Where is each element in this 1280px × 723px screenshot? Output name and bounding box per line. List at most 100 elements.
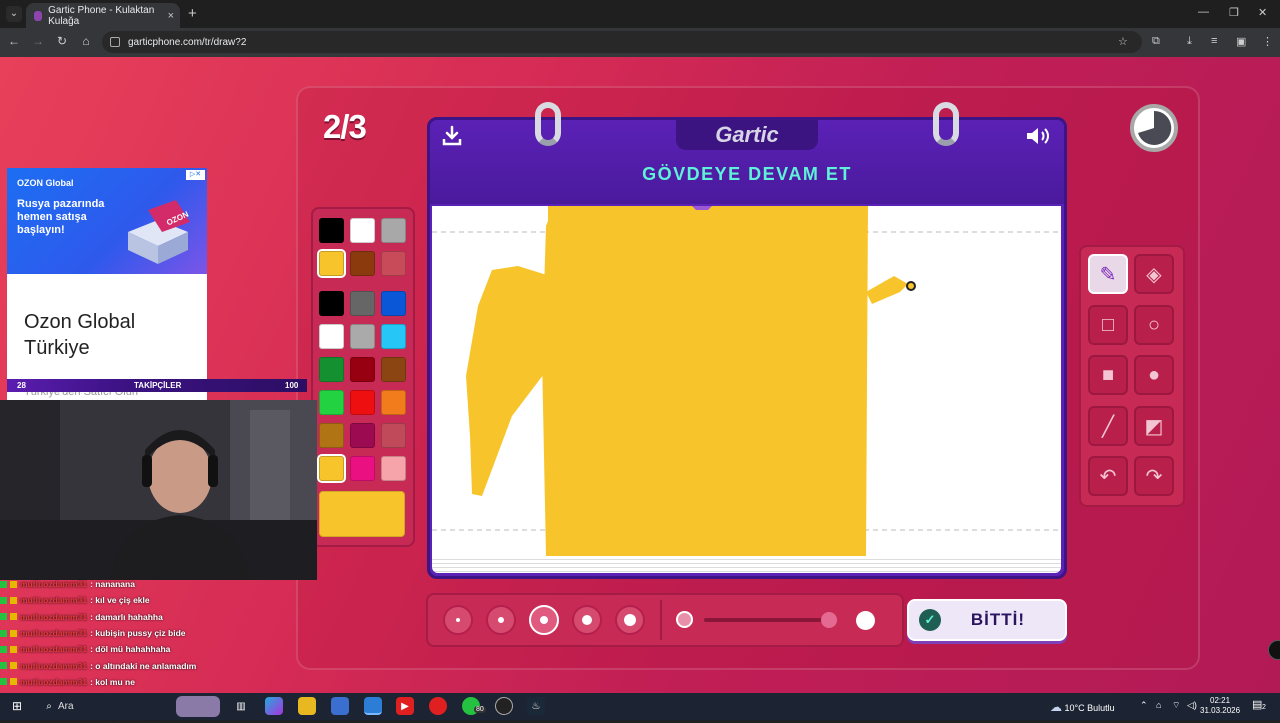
- eraser-icon[interactable]: ◈: [1134, 254, 1174, 294]
- volume-icon[interactable]: ◁): [1187, 700, 1197, 711]
- widget-icon[interactable]: [176, 696, 220, 717]
- pen-tool-icon[interactable]: ✎: [1088, 254, 1128, 294]
- brush-size-button[interactable]: [572, 605, 602, 635]
- redo-icon[interactable]: ↷: [1134, 456, 1174, 496]
- extensions-icon[interactable]: ⧉: [1152, 35, 1160, 48]
- youtube-icon[interactable]: ▶: [396, 697, 414, 715]
- network-icon[interactable]: ⌂: [1156, 700, 1161, 710]
- color-swatch[interactable]: [319, 291, 344, 316]
- color-swatch[interactable]: [317, 454, 346, 483]
- follower-count: 28: [17, 381, 26, 390]
- taskbar-search-label[interactable]: Ara: [58, 701, 74, 712]
- steam-icon[interactable]: ♨: [527, 697, 545, 715]
- rectangle-fill-icon[interactable]: ■: [1088, 355, 1128, 395]
- restore-icon[interactable]: ❐: [1229, 6, 1239, 19]
- clock[interactable]: 02:21 31.03.2026: [1200, 696, 1240, 716]
- color-swatch[interactable]: [319, 423, 344, 448]
- site-info-icon[interactable]: [110, 37, 120, 47]
- color-swatch[interactable]: [350, 390, 375, 415]
- circle-outline-icon[interactable]: ○: [1134, 305, 1174, 345]
- color-swatch[interactable]: [381, 357, 406, 382]
- window-close-icon[interactable]: ✕: [1258, 6, 1267, 19]
- forward-icon[interactable]: →: [30, 34, 46, 48]
- url-input[interactable]: garticphone.com/tr/draw?2: [102, 31, 1142, 53]
- search-icon[interactable]: ⌕: [40, 697, 58, 715]
- download-icon[interactable]: [440, 124, 464, 154]
- brush-size-button[interactable]: [529, 605, 559, 635]
- color-swatch[interactable]: [381, 251, 406, 276]
- task-view-icon[interactable]: ▥: [232, 697, 250, 715]
- color-swatch[interactable]: [319, 357, 344, 382]
- tab-close-icon[interactable]: ×: [168, 10, 174, 22]
- line-icon[interactable]: ╱: [1088, 406, 1128, 446]
- wifi-icon[interactable]: ⌔: [1172, 700, 1180, 711]
- back-icon[interactable]: ←: [6, 34, 22, 48]
- color-swatch[interactable]: [350, 251, 375, 276]
- brush-size-button[interactable]: [443, 605, 473, 635]
- browser-tab[interactable]: Gartic Phone - Kulaktan Kulağa ×: [26, 3, 180, 28]
- opacity-slider-track[interactable]: [704, 618, 836, 622]
- minimize-icon[interactable]: —: [1198, 6, 1209, 18]
- downloads-icon[interactable]: ⤓: [1187, 35, 1192, 48]
- color-swatch[interactable]: [350, 456, 375, 481]
- chat-text: : kıl ve çiş ekle: [90, 595, 150, 606]
- toolbar-divider: [660, 600, 662, 640]
- circle-fill-icon[interactable]: ●: [1134, 355, 1174, 395]
- start-icon[interactable]: ⊞: [8, 697, 26, 715]
- brush-size-dot-icon: [456, 618, 460, 622]
- rectangle-outline-icon[interactable]: □: [1088, 305, 1128, 345]
- copilot-icon[interactable]: [265, 697, 283, 715]
- color-swatch[interactable]: [350, 324, 375, 349]
- color-swatch[interactable]: [350, 423, 375, 448]
- color-swatch[interactable]: [350, 357, 375, 382]
- color-swatch[interactable]: [319, 390, 344, 415]
- stream-app-icon[interactable]: [495, 697, 513, 715]
- opacity-max-icon[interactable]: [856, 611, 875, 630]
- bookmark-star-icon[interactable]: ☆: [1118, 35, 1128, 48]
- opacity-min-icon[interactable]: [676, 611, 693, 628]
- done-button[interactable]: ✓ BİTTİ!: [907, 599, 1067, 641]
- color-swatch[interactable]: [317, 249, 346, 278]
- color-swatch[interactable]: [381, 390, 406, 415]
- new-tab-button[interactable]: +: [188, 5, 197, 22]
- color-swatch[interactable]: [381, 324, 406, 349]
- ad-brand: OZON Global: [17, 178, 74, 188]
- menu-icon[interactable]: ⋮: [1262, 35, 1273, 48]
- weather-text: 10°C Bulutlu: [1064, 703, 1115, 713]
- color-swatch[interactable]: [381, 291, 406, 316]
- color-swatch[interactable]: [350, 291, 375, 316]
- chrome-icon[interactable]: [364, 697, 382, 715]
- color-swatch[interactable]: [319, 324, 344, 349]
- brush-size-button[interactable]: [486, 605, 516, 635]
- sound-icon[interactable]: [1024, 124, 1052, 154]
- tray-chevron-icon[interactable]: ⌃: [1140, 700, 1148, 711]
- media-icon[interactable]: ≡: [1211, 35, 1217, 47]
- bucket-fill-icon[interactable]: ◩: [1134, 406, 1174, 446]
- undo-icon[interactable]: ↶: [1088, 456, 1128, 496]
- brush-size-button[interactable]: [615, 605, 645, 635]
- color-swatch[interactable]: [381, 423, 406, 448]
- file-explorer-icon[interactable]: [298, 697, 316, 715]
- chat-message: mutluozdamm31: kol mu ne: [0, 674, 300, 690]
- notepad-pages: [432, 556, 1061, 573]
- home-icon[interactable]: ⌂: [78, 34, 94, 48]
- obs-icon[interactable]: [429, 697, 447, 715]
- chat-message: mutluozdamm31: nananana: [0, 576, 300, 592]
- tab-search-icon[interactable]: ⌄: [6, 6, 22, 22]
- chat-username: mutluozdamm31: [20, 644, 88, 655]
- profile-icon[interactable]: ▣: [1236, 35, 1246, 48]
- reload-icon[interactable]: ↻: [54, 34, 70, 48]
- badge-icon: [0, 645, 7, 653]
- color-swatch[interactable]: [381, 218, 406, 243]
- notifications-icon[interactable]: ▤: [1252, 698, 1262, 711]
- color-swatch[interactable]: [319, 218, 344, 243]
- color-swatch[interactable]: [381, 456, 406, 481]
- adchoices-icon[interactable]: ▷✕: [186, 170, 205, 180]
- drawing-canvas[interactable]: [432, 206, 1061, 556]
- opacity-slider-handle[interactable]: [821, 612, 837, 628]
- weather-widget[interactable]: ☁ 10°C Bulutlu: [1050, 700, 1115, 714]
- sub-badge-icon: [10, 662, 17, 670]
- cloud-icon: ☁: [1050, 700, 1062, 714]
- store-icon[interactable]: [331, 697, 349, 715]
- color-swatch[interactable]: [350, 218, 375, 243]
